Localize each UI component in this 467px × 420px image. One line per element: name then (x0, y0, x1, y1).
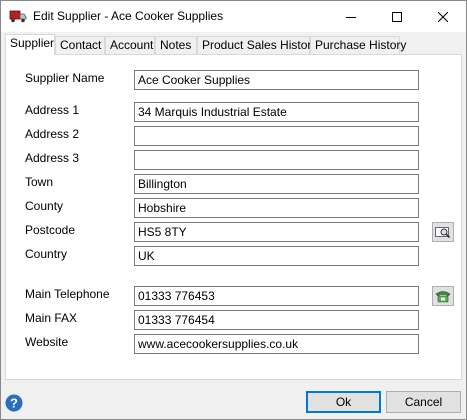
tab-supplier[interactable]: Supplier (5, 34, 55, 55)
postcode-lookup-button[interactable] (432, 222, 454, 242)
address1-field[interactable] (134, 102, 419, 122)
supplier-name-field[interactable] (134, 70, 419, 90)
main-fax-label: Main FAX (25, 311, 78, 325)
website-label: Website (25, 335, 69, 349)
tab-notes[interactable]: Notes (155, 36, 197, 54)
telephone-icon (435, 291, 451, 303)
postcode-field[interactable] (134, 222, 419, 242)
maximize-icon (392, 11, 402, 22)
map-search-icon (435, 227, 451, 239)
address3-field[interactable] (134, 150, 419, 170)
truck-icon (9, 8, 27, 24)
county-field[interactable] (134, 198, 419, 218)
main-telephone-field[interactable] (134, 286, 419, 306)
main-fax-field[interactable] (134, 310, 419, 330)
close-icon (438, 11, 448, 22)
postcode-label: Postcode (25, 223, 76, 237)
county-label: County (25, 199, 64, 213)
address2-label: Address 2 (25, 127, 80, 141)
supplier-name-label: Supplier Name (25, 71, 105, 85)
minimize-icon (346, 16, 356, 18)
cancel-button[interactable]: Cancel (386, 391, 461, 413)
tab-purchase-history[interactable]: Purchase History (310, 36, 406, 54)
tab-account[interactable]: Account (105, 36, 155, 54)
tab-product-sales-history[interactable]: Product Sales History (197, 36, 317, 54)
address1-label: Address 1 (25, 103, 80, 117)
town-label: Town (25, 175, 54, 189)
country-field[interactable] (134, 246, 419, 266)
help-icon[interactable]: ? (5, 394, 23, 412)
close-button[interactable] (420, 1, 466, 32)
ok-button[interactable]: Ok (306, 391, 381, 413)
svg-text:?: ? (10, 396, 18, 411)
address3-label: Address 3 (25, 151, 80, 165)
website-field[interactable] (134, 334, 419, 354)
maximize-button[interactable] (374, 1, 420, 32)
edit-supplier-window: Edit Supplier - Ace Cooker Supplies Supp… (0, 0, 467, 420)
country-label: Country (25, 247, 68, 261)
tab-strip: Supplier Contact Account Notes Product S… (5, 34, 465, 55)
tab-contact[interactable]: Contact (55, 36, 105, 54)
main-telephone-label: Main Telephone (25, 287, 110, 301)
town-field[interactable] (134, 174, 419, 194)
title-bar[interactable]: Edit Supplier - Ace Cooker Supplies (1, 1, 466, 32)
supplier-tab-panel: Supplier Name Address 1 Address 2 Addres… (5, 54, 462, 380)
window-title: Edit Supplier - Ace Cooker Supplies (33, 9, 224, 23)
address2-field[interactable] (134, 126, 419, 146)
minimize-button[interactable] (328, 1, 374, 32)
dial-button[interactable] (432, 286, 454, 306)
